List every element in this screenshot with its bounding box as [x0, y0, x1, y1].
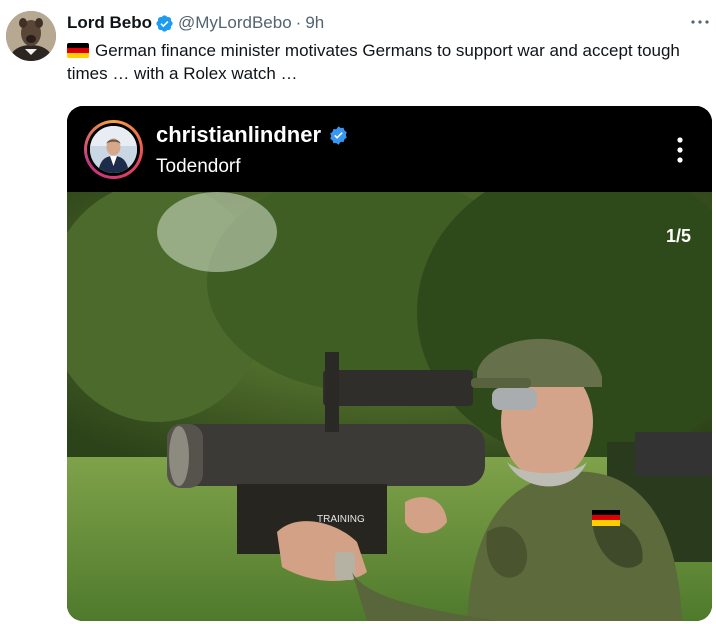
tweet-text-block: German finance minister motivates German…	[67, 39, 712, 85]
instagram-verified-icon	[330, 125, 347, 145]
tweet-header: Lord Bebo @MyLordBebo · 9h	[67, 11, 710, 35]
post-photo[interactable]: TRAINING 1/5	[67, 192, 712, 621]
instagram-username[interactable]: christianlindner	[156, 122, 321, 148]
instagram-location[interactable]: Todendorf	[156, 156, 241, 178]
tweet[interactable]: Lord Bebo @MyLordBebo · 9h German financ…	[0, 0, 716, 624]
instagram-avatar	[90, 126, 137, 173]
timestamp[interactable]: 9h	[305, 13, 324, 33]
tweet-text: German finance minister motivates German…	[67, 41, 680, 83]
author-handle[interactable]: @MyLordBebo	[178, 13, 292, 33]
vertical-ellipsis-icon[interactable]	[676, 136, 684, 164]
ellipsis-icon[interactable]	[688, 10, 712, 34]
launcher-label: TRAINING	[317, 514, 365, 525]
germany-flag-icon	[67, 43, 89, 58]
separator-dot: ·	[295, 13, 302, 32]
embedded-instagram-post[interactable]: christianlindner Todendorf TRAINING 1/5	[67, 106, 712, 621]
author-avatar[interactable]	[6, 11, 56, 61]
slide-counter: 1/5	[665, 226, 691, 246]
soldier-with-launcher-image: TRAINING	[67, 192, 712, 621]
instagram-header: christianlindner Todendorf	[67, 106, 712, 192]
instagram-avatar-ring[interactable]	[84, 120, 143, 179]
author-name[interactable]: Lord Bebo	[67, 13, 152, 33]
verified-badge-icon	[156, 14, 173, 32]
